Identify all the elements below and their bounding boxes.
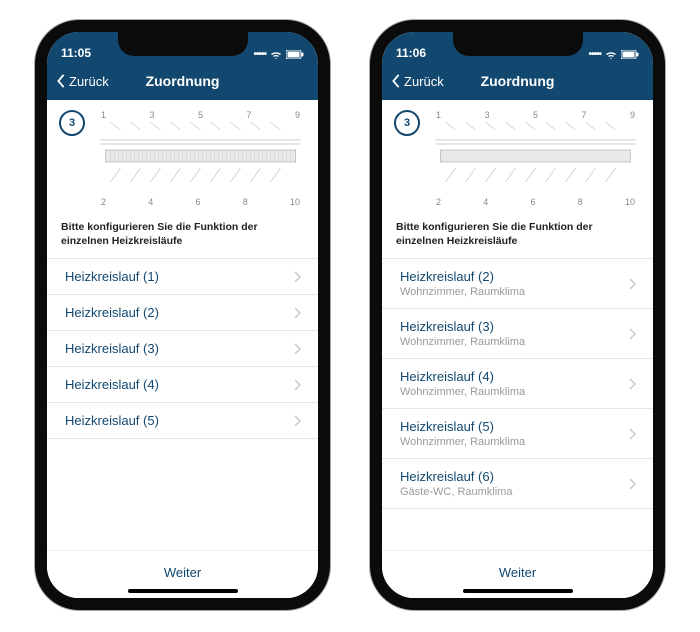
page-title: Zuordnung (47, 73, 318, 89)
item-title: Heizkreislauf (1) (65, 269, 159, 284)
num: 2 (101, 197, 106, 207)
num: 6 (195, 197, 200, 207)
item-subtitle: Gäste-WC, Raumklima (400, 486, 512, 498)
num: 9 (295, 110, 300, 120)
list-item[interactable]: Heizkreislauf (4) (47, 367, 318, 403)
chevron-right-icon (629, 428, 637, 440)
device-notch (118, 32, 248, 56)
diagram-top-numbers: 1 3 5 7 9 (95, 110, 306, 120)
wifi-icon (605, 50, 617, 60)
num: 10 (290, 197, 300, 207)
list-item[interactable]: Heizkreislauf (2) Wohnzimmer, Raumklima (382, 258, 653, 309)
phone-frame-right: 11:06 ••••• Zurück Zuordnung 3 1 3 5 7 (370, 20, 665, 610)
item-subtitle: Wohnzimmer, Raumklima (400, 336, 525, 348)
battery-icon (286, 50, 304, 59)
screen-content: 3 1 3 5 7 9 (382, 100, 653, 598)
device-notch (453, 32, 583, 56)
list-item[interactable]: Heizkreislauf (5) (47, 403, 318, 439)
circuit-list[interactable]: Heizkreislauf (1) Heizkreislauf (2) Heiz… (47, 258, 318, 439)
num: 3 (149, 110, 154, 120)
item-title: Heizkreislauf (3) (65, 341, 159, 356)
item-subtitle: Wohnzimmer, Raumklima (400, 436, 525, 448)
chevron-right-icon (629, 378, 637, 390)
item-title: Heizkreislauf (4) (65, 377, 159, 392)
diagram-bottom-numbers: 2 4 6 8 10 (430, 197, 641, 207)
step-indicator: 3 (59, 110, 85, 136)
chevron-right-icon (294, 343, 302, 355)
list-item[interactable]: Heizkreislauf (1) (47, 258, 318, 295)
chevron-right-icon (629, 278, 637, 290)
chevron-right-icon (629, 478, 637, 490)
item-title: Heizkreislauf (5) (65, 413, 159, 428)
home-indicator[interactable] (128, 589, 238, 593)
diagram-area: 3 1 3 5 7 9 (47, 100, 318, 213)
screen-content: 3 1 3 5 7 9 (47, 100, 318, 598)
phone-frame-left: 11:05 ••••• Zurück Zuordnung 3 1 3 5 7 (35, 20, 330, 610)
item-subtitle: Wohnzimmer, Raumklima (400, 386, 525, 398)
list-item[interactable]: Heizkreislauf (4) Wohnzimmer, Raumklima (382, 359, 653, 409)
num: 10 (625, 197, 635, 207)
instruction-text: Bitte konfigurieren Sie die Funktion der… (47, 213, 318, 258)
list-item[interactable]: Heizkreislauf (6) Gäste-WC, Raumklima (382, 459, 653, 509)
home-indicator[interactable] (463, 589, 573, 593)
list-item[interactable]: Heizkreislauf (2) (47, 295, 318, 331)
signal-dots-icon: ••••• (588, 49, 601, 60)
num: 4 (483, 197, 488, 207)
wifi-icon (270, 50, 282, 60)
num: 9 (630, 110, 635, 120)
list-item[interactable]: Heizkreislauf (3) Wohnzimmer, Raumklima (382, 309, 653, 359)
step-indicator: 3 (394, 110, 420, 136)
num: 5 (533, 110, 538, 120)
num: 7 (246, 110, 251, 120)
num: 7 (581, 110, 586, 120)
item-title: Heizkreislauf (6) (400, 469, 512, 484)
chevron-right-icon (294, 307, 302, 319)
chevron-right-icon (294, 379, 302, 391)
status-indicators: ••••• (253, 49, 304, 60)
diagram-top-numbers: 1 3 5 7 9 (430, 110, 641, 120)
item-title: Heizkreislauf (5) (400, 419, 525, 434)
nav-bar: Zurück Zuordnung (382, 62, 653, 100)
manifold-svg (95, 120, 306, 192)
item-title: Heizkreislauf (2) (400, 269, 525, 284)
item-title: Heizkreislauf (2) (65, 305, 159, 320)
chevron-right-icon (294, 271, 302, 283)
page-title: Zuordnung (382, 73, 653, 89)
num: 6 (530, 197, 535, 207)
item-subtitle: Wohnzimmer, Raumklima (400, 286, 525, 298)
num: 1 (101, 110, 106, 120)
manifold-svg (430, 120, 641, 192)
num: 4 (148, 197, 153, 207)
list-item[interactable]: Heizkreislauf (5) Wohnzimmer, Raumklima (382, 409, 653, 459)
status-indicators: ••••• (588, 49, 639, 60)
chevron-right-icon (294, 415, 302, 427)
chevron-right-icon (629, 328, 637, 340)
num: 8 (578, 197, 583, 207)
circuit-list[interactable]: Heizkreislauf (2) Wohnzimmer, Raumklima … (382, 258, 653, 509)
status-time: 11:06 (396, 46, 426, 60)
manifold-diagram: 1 3 5 7 9 (430, 110, 641, 207)
diagram-area: 3 1 3 5 7 9 (382, 100, 653, 213)
item-title: Heizkreislauf (4) (400, 369, 525, 384)
battery-icon (621, 50, 639, 59)
item-title: Heizkreislauf (3) (400, 319, 525, 334)
num: 8 (243, 197, 248, 207)
num: 2 (436, 197, 441, 207)
num: 5 (198, 110, 203, 120)
num: 3 (484, 110, 489, 120)
list-item[interactable]: Heizkreislauf (3) (47, 331, 318, 367)
num: 1 (436, 110, 441, 120)
status-time: 11:05 (61, 46, 91, 60)
nav-bar: Zurück Zuordnung (47, 62, 318, 100)
manifold-diagram: 1 3 5 7 9 (95, 110, 306, 207)
diagram-bottom-numbers: 2 4 6 8 10 (95, 197, 306, 207)
instruction-text: Bitte konfigurieren Sie die Funktion der… (382, 213, 653, 258)
signal-dots-icon: ••••• (253, 49, 266, 60)
